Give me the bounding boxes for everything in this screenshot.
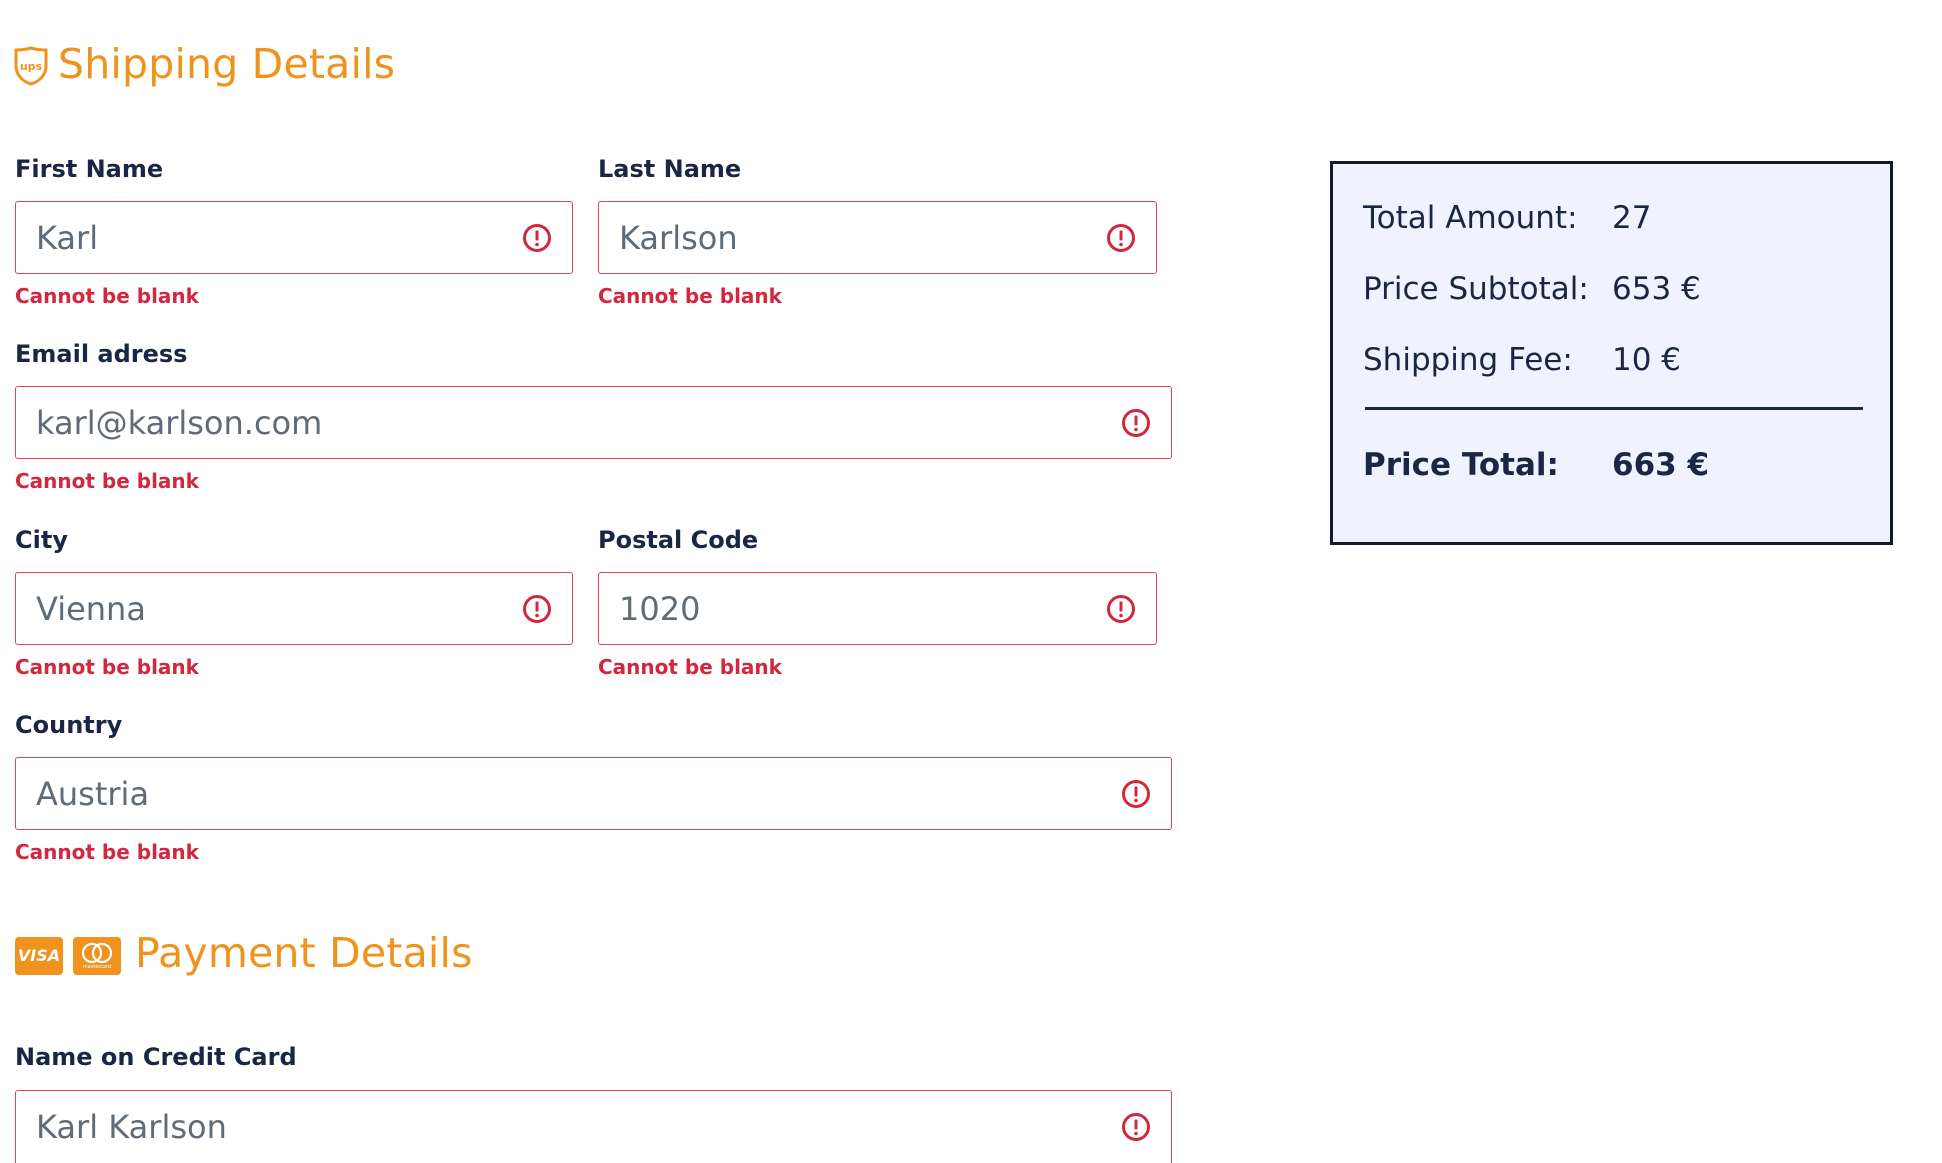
city-input[interactable] xyxy=(36,573,502,644)
card-name-field[interactable] xyxy=(15,1090,1172,1163)
last-name-input[interactable] xyxy=(619,202,1086,273)
country-field[interactable] xyxy=(15,757,1172,830)
country-input[interactable] xyxy=(36,758,1101,829)
exclamation-circle-icon xyxy=(1122,780,1150,808)
card-name-input[interactable] xyxy=(36,1091,1101,1163)
shipping-fee-value: 10 € xyxy=(1612,342,1682,378)
first-name-input[interactable] xyxy=(36,202,502,273)
total-amount-value: 27 xyxy=(1612,200,1652,236)
svg-text:ups: ups xyxy=(20,60,43,73)
email-field[interactable] xyxy=(15,386,1172,459)
order-summary: Total Amount: 27 Price Subtotal: 653 € S… xyxy=(1330,161,1893,545)
email-label: Email adress xyxy=(15,340,188,368)
price-total-label: Price Total: xyxy=(1363,447,1559,483)
email-error: Cannot be blank xyxy=(15,469,199,493)
shipping-header: ups Shipping Details xyxy=(14,40,414,96)
shipping-title: Shipping Details xyxy=(58,40,396,88)
exclamation-circle-icon xyxy=(1122,1113,1150,1141)
city-label: City xyxy=(15,526,68,554)
exclamation-circle-icon xyxy=(1107,224,1135,252)
exclamation-circle-icon xyxy=(523,595,551,623)
country-error: Cannot be blank xyxy=(15,840,199,864)
city-error: Cannot be blank xyxy=(15,655,199,679)
exclamation-circle-icon xyxy=(1122,409,1150,437)
last-name-error: Cannot be blank xyxy=(598,284,782,308)
visa-label: VISA xyxy=(17,946,61,965)
postal-code-label: Postal Code xyxy=(598,526,759,554)
exclamation-circle-icon xyxy=(1107,595,1135,623)
mastercard-label: mastercard xyxy=(82,964,112,970)
email-input[interactable] xyxy=(36,387,1101,458)
city-field[interactable] xyxy=(15,572,573,645)
summary-divider xyxy=(1365,407,1863,410)
country-label: Country xyxy=(15,711,123,739)
price-total-value: 663 € xyxy=(1612,447,1710,483)
total-amount-label: Total Amount: xyxy=(1363,200,1578,236)
subtotal-label: Price Subtotal: xyxy=(1363,271,1589,307)
postal-code-error: Cannot be blank xyxy=(598,655,782,679)
payment-title: Payment Details xyxy=(135,929,473,977)
last-name-label: Last Name xyxy=(598,155,742,183)
exclamation-circle-icon xyxy=(523,224,551,252)
postal-code-field[interactable] xyxy=(598,572,1157,645)
ups-shield-icon: ups xyxy=(14,46,48,86)
payment-header: VISA mastercard Payment Details xyxy=(15,926,515,986)
subtotal-value: 653 € xyxy=(1612,271,1701,307)
card-name-label: Name on Credit Card xyxy=(15,1043,297,1071)
first-name-field[interactable] xyxy=(15,201,573,274)
first-name-label: First Name xyxy=(15,155,164,183)
first-name-error: Cannot be blank xyxy=(15,284,199,308)
mastercard-icon: mastercard xyxy=(73,937,121,975)
postal-code-input[interactable] xyxy=(619,573,1086,644)
last-name-field[interactable] xyxy=(598,201,1157,274)
visa-card-icon: VISA xyxy=(15,937,63,975)
shipping-fee-label: Shipping Fee: xyxy=(1363,342,1573,378)
